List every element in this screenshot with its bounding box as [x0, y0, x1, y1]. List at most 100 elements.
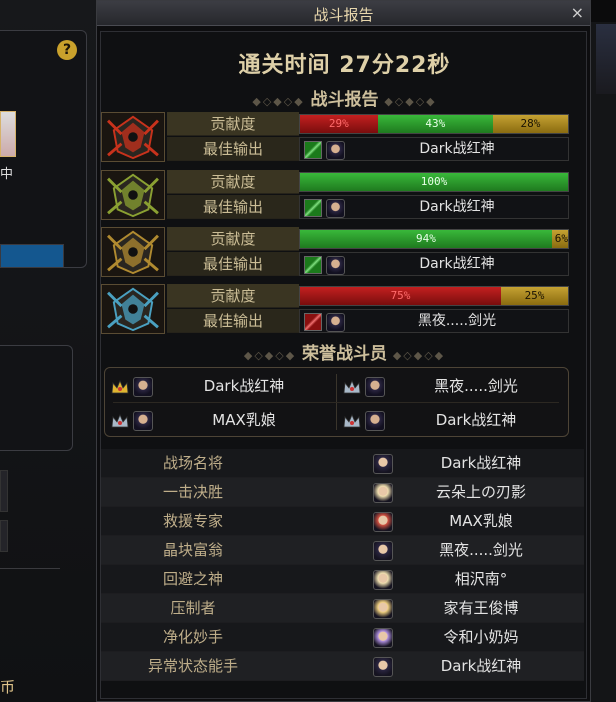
contribution-bar: 29% 43% 28% [299, 114, 569, 134]
player-avatar [373, 657, 393, 677]
contribution-bar: 75% 25% [299, 286, 569, 306]
best-output-player[interactable]: Dark战红神 [350, 138, 564, 160]
award-row: 净化妙手 令和小奶妈 [101, 623, 584, 652]
contribution-segment: 28% [492, 115, 568, 133]
background-item-slot [0, 111, 16, 157]
crown-icon [111, 413, 129, 428]
battle-report-window: 战斗报告 × 通关时间 27分22秒 ◆◇◆◇◆ 战斗报告 ◆◇◆◇◆ 贡献度最… [96, 0, 591, 702]
award-player[interactable]: 云朵上の刃影 [391, 478, 571, 506]
honor-player[interactable]: Dark战红神 [337, 404, 567, 436]
earth-boss-icon [101, 227, 165, 277]
background-box-2 [0, 345, 73, 451]
contribution-label: 贡献度 [167, 112, 299, 136]
contribution-label: 贡献度 [167, 170, 299, 194]
player-avatar [326, 199, 345, 218]
award-title: 回避之神 [162, 570, 223, 588]
award-row: 一击决胜 云朵上の刃影 [101, 478, 584, 507]
nature-boss-icon [101, 170, 165, 220]
best-output-player[interactable]: Dark战红神 [350, 196, 564, 218]
ornament-right: ◆◇◆◇◆ [387, 349, 446, 362]
best-output-player[interactable]: Dark战红神 [350, 253, 564, 275]
background-panel: ? 中 币 [0, 0, 97, 702]
background-currency-label: 币 [0, 678, 16, 696]
close-icon[interactable]: × [571, 3, 584, 22]
fire-boss-icon [101, 112, 165, 162]
boss-row: 贡献度 最佳输出 94% 6% Dark战红神 [101, 227, 574, 277]
player-avatar [133, 411, 153, 431]
contribution-label: 贡献度 [167, 284, 299, 308]
title-bar[interactable]: 战斗报告 × [97, 1, 590, 26]
class-icon [304, 199, 322, 217]
best-output-box: Dark战红神 [299, 137, 569, 161]
player-avatar [373, 628, 393, 648]
player-avatar [373, 599, 393, 619]
award-row: 战场名将 Dark战红神 [101, 449, 584, 478]
player-avatar [133, 377, 153, 397]
award-player[interactable]: 家有王俊博 [391, 594, 571, 622]
class-icon [304, 256, 322, 274]
honor-player[interactable]: MAX乳娘 [105, 404, 335, 436]
honor-divider-horizontal [113, 402, 559, 403]
background-divider [0, 568, 60, 569]
class-icon [304, 313, 322, 331]
award-player[interactable]: Dark战红神 [391, 449, 571, 477]
award-player[interactable]: 相沢南° [391, 565, 571, 593]
boss-row: 贡献度 最佳输出 100% Dark战红神 [101, 170, 574, 220]
contribution-bar: 100% [299, 172, 569, 192]
contribution-segment: 100% [300, 173, 568, 191]
award-player[interactable]: 黑夜.....剑光 [391, 536, 571, 564]
award-row: 晶块富翁 黑夜.....剑光 [101, 536, 584, 565]
honor-player[interactable]: Dark战红神 [105, 370, 335, 402]
award-player[interactable]: Dark战红神 [391, 652, 571, 680]
award-row: 救援专家 MAX乳娘 [101, 507, 584, 536]
background-button[interactable] [0, 470, 8, 512]
award-row: 压制者 家有王俊博 [101, 594, 584, 623]
player-avatar [373, 541, 393, 561]
crown-icon [111, 379, 129, 394]
crown-icon [343, 379, 361, 394]
honor-player[interactable]: 黑夜.....剑光 [337, 370, 567, 402]
award-row: 回避之神 相沢南° [101, 565, 584, 594]
best-output-label: 最佳输出 [167, 137, 299, 161]
class-icon [304, 141, 322, 159]
award-title: 一击决胜 [162, 483, 223, 501]
ornament-left: ◆◇◆◇◆ [243, 349, 302, 362]
best-output-label: 最佳输出 [167, 195, 299, 219]
background-right-deco [596, 24, 616, 94]
award-title: 压制者 [170, 599, 216, 617]
player-avatar [326, 141, 345, 160]
honor-heading: ◆◇◆◇◆ 荣誉战斗员 ◆◇◆◇◆ [97, 339, 592, 364]
award-player[interactable]: 令和小奶妈 [391, 623, 571, 651]
player-avatar [326, 256, 345, 275]
background-progress-bar [0, 244, 64, 268]
background-button-2[interactable] [0, 520, 8, 552]
award-row: 异常状态能手 Dark战红神 [101, 652, 584, 681]
best-output-box: Dark战红神 [299, 252, 569, 276]
player-avatar [373, 570, 393, 590]
window-title: 战斗报告 [313, 6, 374, 24]
award-title: 晶块富翁 [162, 541, 223, 559]
help-icon[interactable]: ? [57, 40, 77, 60]
background-text: 中 [0, 167, 14, 182]
player-avatar [373, 483, 393, 503]
award-title: 救援专家 [162, 512, 223, 530]
award-title: 异常状态能手 [147, 657, 238, 675]
contribution-segment: 25% [501, 287, 568, 305]
boss-row: 贡献度 最佳输出 29% 43% 28% Dark战红神 [101, 112, 574, 162]
award-player[interactable]: MAX乳娘 [391, 507, 571, 535]
honor-title: 荣誉战斗员 [302, 344, 387, 364]
best-output-player[interactable]: 黑夜.....剑光 [350, 310, 564, 332]
player-avatar [365, 377, 385, 397]
battle-report-heading: ◆◇◆◇◆ 战斗报告 ◆◇◆◇◆ [97, 85, 592, 110]
best-output-label: 最佳输出 [167, 309, 299, 333]
contribution-bar: 94% 6% [299, 229, 569, 249]
player-avatar [373, 454, 393, 474]
contribution-label: 贡献度 [167, 227, 299, 251]
award-title: 净化妙手 [162, 628, 223, 646]
ornament-left: ◆◇◆◇◆ [252, 95, 311, 108]
award-title: 战场名将 [162, 454, 223, 472]
player-avatar [365, 411, 385, 431]
player-avatar [326, 313, 345, 332]
player-avatar [373, 512, 393, 532]
boss-row: 贡献度 最佳输出 75% 25% 黑夜.....剑光 [101, 284, 574, 334]
